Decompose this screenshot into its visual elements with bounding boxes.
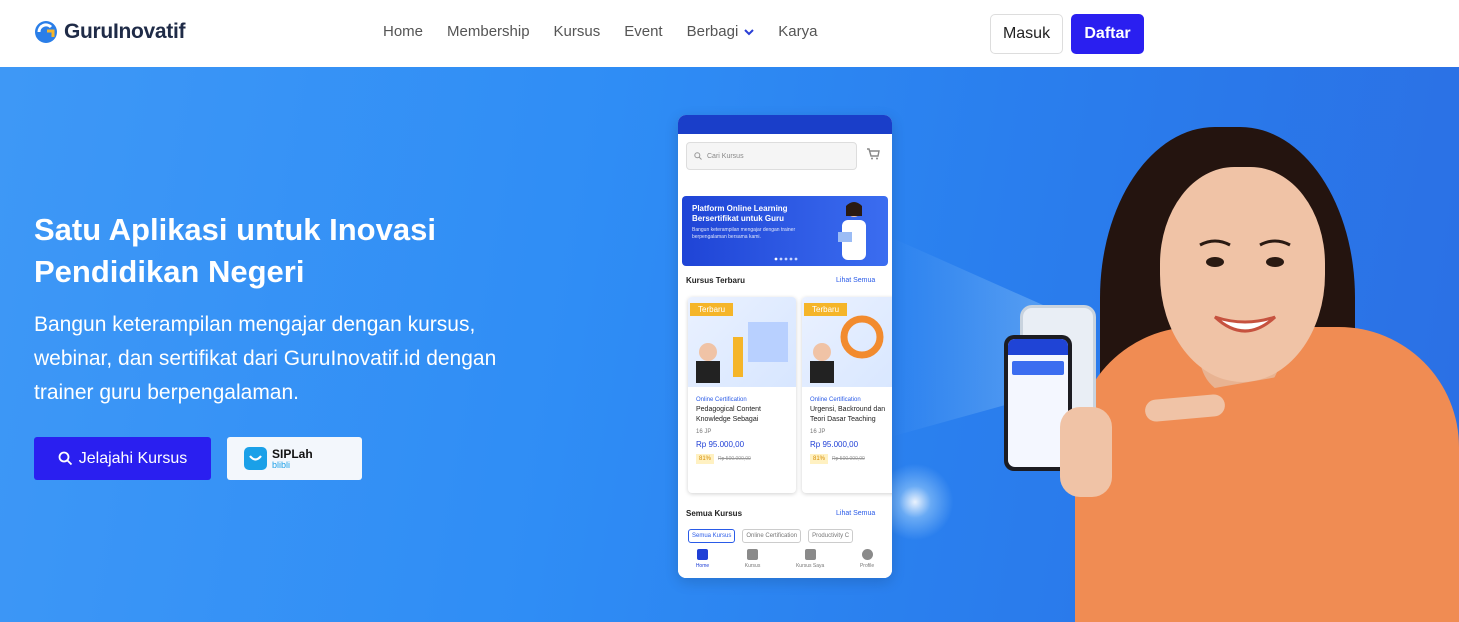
phone-bottom-nav: Home Kursus Kursus Saya Profile — [678, 543, 892, 578]
menu-home[interactable]: Home — [383, 23, 423, 40]
logo[interactable]: GuruInovatif — [33, 18, 186, 45]
banner-dots — [774, 257, 798, 261]
banner-title: Platform Online Learning Bersertifikat u… — [692, 204, 788, 223]
menu-event[interactable]: Event — [624, 23, 662, 40]
section-all-title: Semua Kursus — [686, 509, 743, 518]
search-icon — [58, 451, 72, 466]
chevron-down-icon — [744, 28, 755, 35]
course-price: Rp 95.000,00 — [810, 440, 859, 449]
course-old-price: Rp 500.000,00 — [832, 456, 865, 462]
top-navbar: GuruInovatif Home Membership Kursus Even… — [0, 0, 1459, 67]
filter-chips: Semua Kursus Online Certification Produc… — [688, 529, 854, 543]
phone-nav-home: Home — [696, 549, 709, 578]
siplah-subtitle: blibli — [272, 459, 291, 470]
menu-kursus[interactable]: Kursus — [554, 23, 601, 40]
explore-courses-label: Jelajahi Kursus — [78, 449, 188, 467]
course-name: Urgensi, Backround dan Teori Dasar Teach… — [810, 406, 886, 423]
phone-nav-kursus-saya: Kursus Saya — [796, 549, 824, 578]
menu-berbagi-label: Berbagi — [686, 23, 739, 40]
play-icon — [747, 549, 759, 560]
explore-courses-button[interactable]: Jelajahi Kursus — [34, 437, 211, 480]
teacher-illustration — [838, 202, 866, 260]
home-icon — [696, 549, 708, 560]
course-jp: 16 JP — [696, 429, 712, 435]
hero-title: Satu Aplikasi untuk Inovasi Pendidikan N… — [34, 212, 436, 289]
main-menu: Home Membership Kursus Event Berbagi Kar… — [383, 23, 817, 40]
phone-status-bar — [678, 115, 892, 134]
login-button[interactable]: Masuk — [990, 14, 1063, 54]
course-category: Online Certification — [696, 397, 747, 403]
course-discount: 81% — [696, 454, 715, 464]
all-see-all-link: Lihat Semua — [836, 510, 876, 517]
banner-desc: Bangun keterampilan mengajar dengan trai… — [692, 227, 796, 240]
phone-nav-kursus-saya-label: Kursus Saya — [795, 563, 825, 569]
section-latest-title: Kursus Terbaru — [686, 276, 745, 285]
phone-nav-home-label: Home — [695, 563, 710, 569]
phone-search-placeholder: Cari Kursus — [707, 152, 744, 160]
siplah-button[interactable]: SIPLah blibli — [227, 437, 362, 480]
logo-text: GuruInovatif — [64, 19, 186, 43]
hero-section: Satu Aplikasi untuk Inovasi Pendidikan N… — [0, 67, 1459, 622]
woman-holding-hand — [1060, 407, 1112, 497]
phone-nav-kursus: Kursus — [744, 549, 761, 578]
phone-nav-kursus-label: Kursus — [744, 563, 761, 569]
course-tag: Terbaru — [804, 303, 848, 316]
course-tag: Terbaru — [690, 303, 734, 316]
cart-icon — [866, 148, 880, 163]
siplah-logo-icon — [244, 447, 267, 470]
course-old-price: Rp 500.000,00 — [718, 456, 751, 462]
chip-all-courses: Semua Kursus — [688, 529, 736, 543]
siplah-title: SIPLah — [272, 446, 313, 461]
course-card: Terbaru Online Certification Pedagogical… — [688, 297, 796, 493]
register-button[interactable]: Daftar — [1071, 14, 1144, 54]
chip-online-certification: Online Certification — [742, 529, 802, 543]
phone-nav-profile: Profile — [860, 549, 874, 578]
course-category: Online Certification — [810, 397, 861, 403]
logo-icon — [35, 21, 57, 43]
search-icon — [694, 152, 702, 160]
course-jp: 16 JP — [810, 429, 826, 435]
phone-promo-banner: Platform Online Learning Bersertifikat u… — [682, 196, 888, 266]
phone-search-field: Cari Kursus — [686, 142, 857, 170]
latest-see-all-link: Lihat Semua — [836, 277, 876, 284]
woman-face — [1160, 167, 1325, 382]
course-name: Pedagogical Content Knowledge Sebagai — [696, 406, 761, 423]
phone-nav-profile-label: Profile — [859, 563, 875, 569]
menu-berbagi[interactable]: Berbagi — [687, 23, 755, 40]
menu-karya[interactable]: Karya — [778, 23, 817, 40]
course-discount: 81% — [810, 454, 829, 464]
profile-icon — [861, 549, 873, 560]
course-card: Terbaru Online Certification Urgensi, Ba… — [802, 297, 892, 493]
user-card-icon — [804, 549, 816, 560]
course-price: Rp 95.000,00 — [696, 440, 745, 449]
face-features — [1199, 239, 1291, 333]
menu-membership[interactable]: Membership — [447, 23, 530, 40]
hero-subtitle: Bangun keterampilan mengajar dengan kurs… — [34, 313, 497, 404]
chip-productivity: Productivity C — [808, 529, 854, 543]
app-mockup-phone: Cari Kursus Platform Online Learning Ber… — [678, 115, 892, 578]
